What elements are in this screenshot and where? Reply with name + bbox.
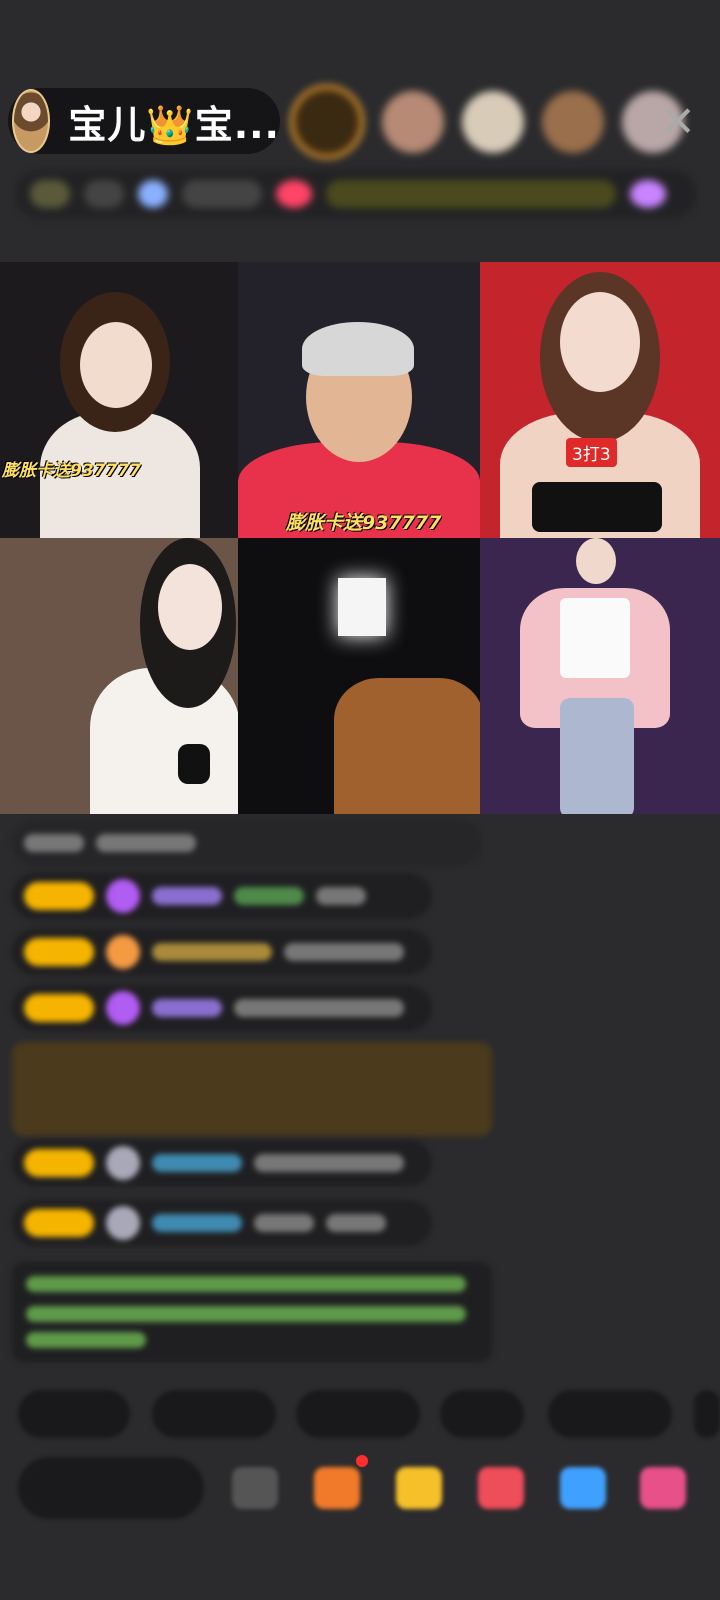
comment-text (152, 1214, 242, 1232)
guest-figure (560, 292, 640, 392)
more-icon[interactable] (630, 180, 666, 208)
fan-badge (24, 1149, 94, 1177)
fan-badge (24, 994, 94, 1022)
guest-video-6[interactable] (480, 538, 720, 814)
comment-row (12, 820, 482, 866)
quick-reply-chip[interactable] (18, 1390, 130, 1438)
light-panel (338, 578, 386, 636)
guest-video-1[interactable]: 膨胀卡送937777 (0, 262, 238, 538)
comment-input[interactable] (18, 1457, 204, 1519)
viewer-list[interactable] (290, 84, 702, 160)
viewer-avatar[interactable] (542, 91, 604, 153)
video-grid: 膨胀卡送937777 膨胀卡送937777 3打3 (0, 262, 720, 814)
heart-icon[interactable] (276, 180, 312, 208)
comment-row[interactable] (12, 1200, 432, 1246)
gem-icon (138, 180, 168, 208)
gem-icon (106, 879, 140, 913)
quick-reply-chip[interactable] (548, 1390, 672, 1438)
room-info-row[interactable] (16, 170, 696, 218)
guest-figure (80, 322, 152, 408)
comment-text (326, 1214, 386, 1232)
overlay-text: 膨胀卡送937777 (286, 512, 442, 534)
gift-icon[interactable] (396, 1467, 442, 1509)
comment-row[interactable] (12, 1140, 432, 1186)
level-icon (106, 1206, 140, 1240)
notification-dot (356, 1455, 368, 1467)
comment-text (234, 887, 304, 905)
guest-video-5[interactable] (238, 538, 480, 814)
emoji-icon[interactable] (232, 1467, 278, 1509)
viewer-avatar[interactable] (382, 91, 444, 153)
comment-text (96, 834, 196, 852)
comment-text (152, 999, 222, 1017)
notice-text (26, 1306, 466, 1322)
system-notice (12, 1262, 492, 1362)
comment-text (234, 999, 404, 1017)
comment-text (284, 943, 404, 961)
guest-figure (576, 538, 616, 584)
more-gifts-icon[interactable] (640, 1467, 686, 1509)
close-icon[interactable]: ✕ (656, 100, 700, 144)
info-chip (182, 180, 262, 208)
comment-text (24, 834, 84, 852)
comment-text (254, 1214, 314, 1232)
quick-reply-chip[interactable] (152, 1390, 276, 1438)
comment-text (152, 943, 272, 961)
info-chip (84, 180, 124, 208)
bottom-toolbar (0, 1455, 720, 1525)
fan-badge (24, 938, 94, 966)
comment-text (152, 887, 222, 905)
fan-club-icon[interactable] (478, 1467, 524, 1509)
score-badge: 3打3 (566, 438, 617, 467)
quick-reply-chip[interactable] (440, 1390, 524, 1438)
quick-reply-chip[interactable] (694, 1390, 720, 1438)
host-name: 宝儿👑宝... (68, 102, 280, 147)
notice-text (26, 1276, 466, 1292)
rank-banner[interactable] (326, 180, 616, 208)
gift-message-box[interactable] (12, 1042, 492, 1136)
fan-badge (24, 1209, 94, 1237)
overlay-text: 膨胀卡送937777 (2, 461, 141, 481)
comment-text (254, 1154, 404, 1172)
gem-icon (106, 991, 140, 1025)
level-icon (106, 1146, 140, 1180)
comment-row[interactable] (12, 873, 432, 919)
quick-reply-chip[interactable] (296, 1390, 420, 1438)
host-info-pill[interactable]: 宝儿👑宝... (8, 88, 280, 154)
notice-text (26, 1332, 146, 1348)
chair-figure (334, 678, 480, 814)
guest-video-2[interactable]: 膨胀卡送937777 (238, 262, 480, 538)
guest-figure (158, 564, 222, 650)
guest-figure (532, 482, 662, 532)
guest-figure (560, 598, 630, 678)
comment-text (152, 1154, 242, 1172)
viewer-avatar[interactable] (462, 91, 524, 153)
fan-badge (24, 882, 94, 910)
comment-row[interactable] (12, 929, 432, 975)
guest-video-3[interactable]: 3打3 (480, 262, 720, 538)
comment-text (316, 887, 366, 905)
guest-video-4[interactable] (0, 538, 238, 814)
comment-row[interactable] (12, 985, 432, 1031)
shop-icon[interactable] (314, 1467, 360, 1509)
microphone-icon (178, 744, 210, 784)
guest-figure (302, 322, 414, 376)
guest-figure (560, 698, 634, 814)
level-icon (106, 935, 140, 969)
viewer-avatar[interactable] (290, 85, 364, 159)
quick-reply-row (18, 1390, 720, 1438)
share-icon[interactable] (560, 1467, 606, 1509)
level-icon (30, 180, 70, 208)
host-avatar-icon[interactable] (12, 89, 51, 153)
